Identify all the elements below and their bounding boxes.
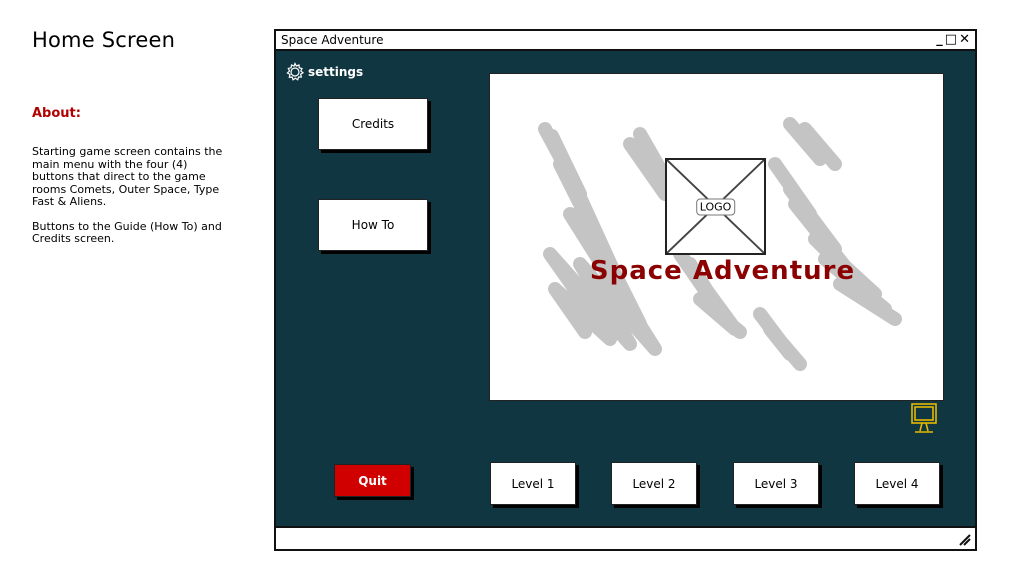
level-3-button[interactable]: Level 3 — [733, 462, 819, 505]
howto-button[interactable]: How To — [318, 199, 428, 251]
page-heading: Home Screen — [32, 28, 176, 52]
status-bar — [276, 526, 975, 549]
level-4-button[interactable]: Level 4 — [854, 462, 940, 505]
display-panel: LOGO Space Adventure — [489, 73, 944, 401]
gear-icon — [286, 62, 305, 81]
resize-grip-icon[interactable] — [958, 533, 971, 546]
window-title: Space Adventure — [281, 33, 384, 47]
title-bar: Space Adventure _□✕ — [276, 31, 975, 51]
level-1-button[interactable]: Level 1 — [490, 462, 576, 505]
settings-button[interactable]: settings — [285, 62, 363, 82]
about-paragraph: Starting game screen contains the main m… — [32, 145, 223, 208]
close-icon[interactable]: ✕ — [959, 32, 971, 47]
logo-placeholder: LOGO — [665, 158, 766, 255]
maximize-icon[interactable]: □ — [945, 32, 958, 47]
about-heading: About: — [32, 106, 81, 121]
app-window: Space Adventure _□✕ settings Credits How… — [274, 29, 977, 551]
game-content: settings Credits How To LOGO Space Adven… — [276, 51, 975, 527]
credits-button[interactable]: Credits — [318, 98, 428, 150]
logo-label: LOGO — [695, 198, 736, 215]
game-title: Space Adventure — [589, 256, 856, 286]
settings-label: settings — [308, 65, 364, 79]
about-paragraph: Buttons to the Guide (How To) and Credit… — [32, 219, 222, 245]
level-2-button[interactable]: Level 2 — [611, 462, 697, 505]
window-controls: _□✕ — [935, 32, 971, 47]
quit-button[interactable]: Quit — [334, 464, 411, 497]
minimize-icon[interactable]: _ — [936, 32, 944, 47]
monitor-icon — [911, 403, 937, 433]
about-description: Starting game screen contains the main m… — [32, 145, 227, 258]
